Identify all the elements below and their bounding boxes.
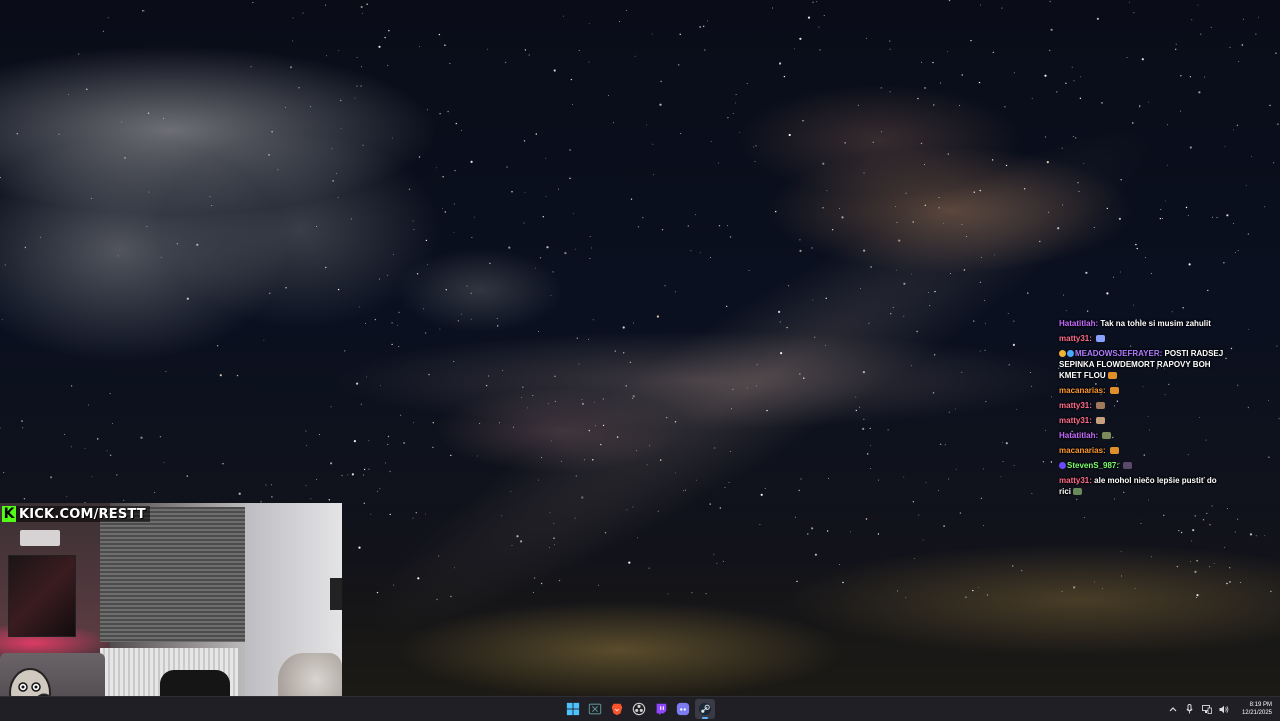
twitch-studio-button[interactable] [651, 699, 671, 719]
clock[interactable]: 8:19 PM 12/21/2025 [1242, 701, 1272, 717]
chat-overlay: Hatatitlah: Tak na tohle si musim zahuli… [1059, 318, 1229, 501]
chat-emote-icon [1102, 432, 1112, 440]
chat-separator: : [1159, 349, 1163, 358]
chat-username: matty31 [1059, 401, 1090, 410]
webcam-feed: K KICK.COM/RESTT [0, 503, 342, 720]
steam-button[interactable] [695, 699, 715, 719]
chat-message: StevenS_987: [1059, 460, 1229, 471]
chat-separator: : [1089, 476, 1092, 485]
kick-channel-url: KICK.COM/RESTT [19, 506, 146, 522]
chat-username: macanarias [1059, 446, 1104, 455]
wall-painting [8, 555, 76, 637]
chat-username: matty31 [1059, 476, 1090, 485]
twitch-icon [656, 703, 667, 716]
chat-text: Tak na tohle si musim zahulit [1100, 319, 1211, 328]
chat-emote-icon [1073, 488, 1083, 496]
chat-emote-icon [1096, 402, 1106, 410]
chat-username: Hatatitlah [1059, 319, 1096, 328]
clock-time: 8:19 PM [1249, 702, 1272, 708]
xbox-app-button[interactable] [585, 699, 605, 719]
chat-message: matty31: ale mohol niečo lepšie pustiť d… [1059, 475, 1229, 497]
start-button[interactable] [563, 699, 583, 719]
brave-lion-icon [611, 703, 623, 716]
taskbar: 8:19 PM 12/21/2025 [0, 696, 1280, 721]
obs-icon [632, 702, 646, 716]
kick-channel-badge: K KICK.COM/RESTT [2, 506, 150, 522]
chat-separator: : [1089, 401, 1092, 410]
chat-separator: : [1089, 416, 1092, 425]
system-tray: 8:19 PM 12/21/2025 [1168, 697, 1272, 721]
discord-button[interactable] [673, 699, 693, 719]
window-blinds [100, 507, 247, 642]
network-icon[interactable] [1202, 704, 1212, 714]
chat-emote-icon [1107, 372, 1117, 380]
microphone-icon[interactable] [1185, 704, 1195, 714]
chat-username: matty31 [1059, 334, 1090, 343]
chat-username: matty31 [1059, 416, 1090, 425]
air-conditioner [20, 530, 60, 546]
chevron-up-icon[interactable] [1168, 704, 1178, 714]
chat-separator: : [1095, 319, 1099, 328]
chat-message: MEADOWSJEFRAYER: POSTI RADSEJ SEPINKA FL… [1059, 348, 1229, 381]
chat-message: matty31: [1059, 415, 1229, 426]
chat-badge-icon [1067, 350, 1074, 358]
taskbar-apps [563, 699, 715, 719]
chat-emote-icon [1123, 462, 1133, 470]
chat-separator: : [1103, 386, 1106, 395]
chat-badge-icon [1059, 462, 1066, 470]
xbox-icon [588, 703, 602, 715]
chat-separator: : [1116, 461, 1120, 470]
chat-separator: : [1095, 431, 1099, 440]
brave-browser-button[interactable] [607, 699, 627, 719]
chat-message: Hatatitlah: Tak na tohle si musim zahuli… [1059, 318, 1229, 329]
kick-logo-icon: K [2, 506, 16, 522]
chat-emote-icon [1109, 447, 1119, 455]
chat-message: macanarias: [1059, 385, 1229, 396]
chat-message: matty31: [1059, 400, 1229, 411]
obs-button[interactable] [629, 699, 649, 719]
chat-username: Hatatitlah [1059, 431, 1096, 440]
chat-username: StevenS_987 [1067, 461, 1117, 470]
steam-icon [698, 702, 712, 716]
chat-separator: : [1089, 334, 1092, 343]
speaker [330, 578, 342, 610]
discord-icon [676, 702, 690, 716]
chat-username: MEADOWSJEFRAYER [1075, 349, 1160, 358]
chat-emote-icon [1096, 335, 1106, 343]
chat-message: Hatatitlah: [1059, 430, 1229, 441]
chat-emote-icon [1096, 417, 1106, 425]
clock-date: 12/21/2025 [1241, 710, 1272, 716]
chat-message: matty31: [1059, 333, 1229, 344]
chat-badge-icon [1059, 350, 1066, 358]
chat-message: macanarias: [1059, 445, 1229, 456]
speaker-volume-icon[interactable] [1219, 704, 1229, 714]
chat-username: macanarias [1059, 386, 1104, 395]
chat-emote-icon [1109, 387, 1119, 395]
windows-logo-icon [566, 702, 580, 716]
chat-separator: : [1103, 446, 1106, 455]
